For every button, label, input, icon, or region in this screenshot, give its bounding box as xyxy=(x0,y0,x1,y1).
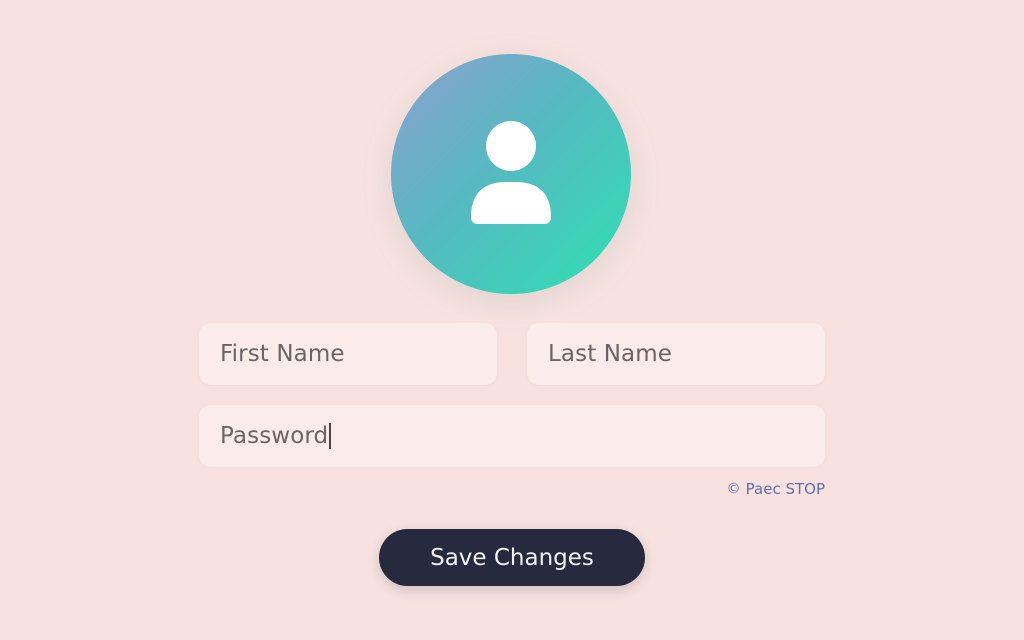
copyright-circle-icon: © xyxy=(726,481,741,497)
user-silhouette-icon xyxy=(471,121,551,224)
field-note-text: Paec STOP xyxy=(745,480,825,498)
save-changes-button[interactable]: Save Changes xyxy=(379,529,645,586)
password-value: Password xyxy=(220,423,329,449)
password-field[interactable]: Password xyxy=(199,405,825,467)
save-changes-label: Save Changes xyxy=(430,544,594,571)
first-name-placeholder: First Name xyxy=(220,341,345,367)
first-name-field[interactable]: First Name xyxy=(199,323,497,385)
profile-avatar[interactable] xyxy=(391,54,631,294)
text-caret xyxy=(329,423,332,449)
field-note: © Paec STOP xyxy=(715,478,825,500)
last-name-placeholder: Last Name xyxy=(548,341,672,367)
last-name-field[interactable]: Last Name xyxy=(527,323,825,385)
